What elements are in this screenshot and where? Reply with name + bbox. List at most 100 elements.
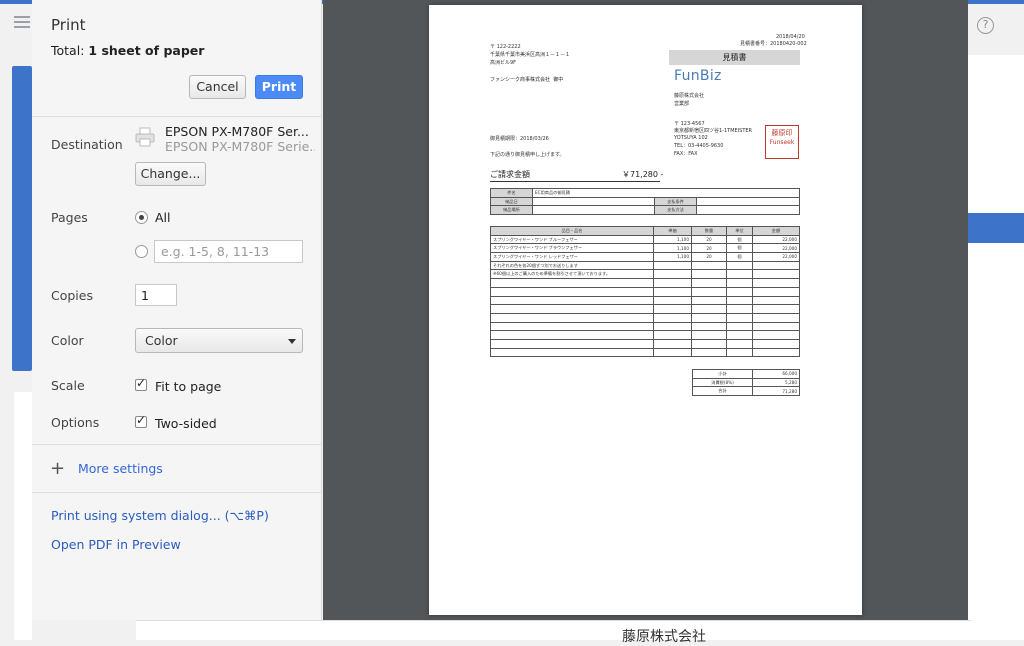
totals-label: 合計 <box>692 386 753 397</box>
color-select-value: Color <box>145 333 178 348</box>
totals-value: 5,280 <box>752 377 800 388</box>
company-seal-stamp: 藤原印 Funseek <box>765 125 799 159</box>
divider <box>32 444 322 445</box>
print-button[interactable]: Print <box>255 75 303 99</box>
item-amount-cell <box>752 321 800 332</box>
items-header-qty: 数量 <box>691 226 727 236</box>
item-name-cell <box>490 347 654 358</box>
item-qty-cell: 20 <box>691 234 727 245</box>
copies-label: Copies <box>51 288 93 303</box>
item-unit-cell: 個 <box>726 252 753 262</box>
item-name-cell: スプリングワイヤー・ワンド レッドフェザー <box>490 252 654 262</box>
doc-date: 2018/04/20 <box>776 34 805 40</box>
item-unit-cell <box>726 260 753 271</box>
sheet-total: Total: 1 sheet of paper <box>51 43 204 58</box>
system-dialog-link[interactable]: Print using system dialog... (⌥⌘P) <box>51 508 269 523</box>
item-unit-cell <box>726 278 753 288</box>
doc-issuer-company: 藤原株式会社 <box>674 93 705 99</box>
doc-company-name: ファンシーク商事株式会社 <box>490 77 551 83</box>
item-price-cell: 1,100 <box>653 252 692 262</box>
item-unit-cell <box>726 286 753 297</box>
more-settings-link[interactable]: More settings <box>78 461 163 476</box>
doc-intro: 下記の通り御見積申し上げます。 <box>490 152 565 158</box>
item-qty-cell <box>691 278 727 288</box>
item-amount-cell <box>752 330 800 340</box>
item-amount-cell: 22,000 <box>752 243 800 254</box>
menu-icon[interactable] <box>14 16 30 30</box>
doc-totals-table: 小計 66,000 消費税(8%) 5,280 合計 71,280 <box>692 369 800 397</box>
funbiz-logo: FunBiz <box>674 68 722 84</box>
doc-issuer-dept: 営業部 <box>674 101 690 107</box>
item-unit-cell: 個 <box>726 243 753 254</box>
item-amount-cell: 22,000 <box>752 252 800 262</box>
copies-input[interactable]: 1 <box>135 284 177 306</box>
doc-issuer-tel: TEL：03-4405-9630 <box>674 143 724 149</box>
items-header-row: 品目・品名 単価 数量 単位 金額 <box>490 226 800 236</box>
item-name-cell <box>490 286 654 297</box>
sheet-total-value: 1 sheet of paper <box>88 43 205 58</box>
table-row <box>490 321 800 332</box>
item-qty-cell: 20 <box>691 243 727 254</box>
item-amount-cell <box>752 269 800 280</box>
table-row: スプリングワイヤー・ワンド ブルーフェザー 1,100 20 個 22,000 <box>490 234 800 245</box>
info-delivery-date-label: 納品日 <box>490 196 533 207</box>
cancel-button[interactable]: Cancel <box>189 75 246 99</box>
change-destination-button[interactable]: Change... <box>135 162 206 186</box>
item-amount-cell <box>752 312 800 323</box>
item-price-cell: 1,100 <box>653 243 692 254</box>
table-row: ※60個以上のご購入のため準備を割引させて頂いております。 <box>490 269 800 280</box>
doc-honorific: 御中 <box>553 77 564 83</box>
doc-heading: 見積書 <box>669 50 800 65</box>
doc-amount-value: ￥71,280 - <box>622 170 664 179</box>
pages-all-radio[interactable] <box>135 211 148 224</box>
doc-amount-label: ご請求金額 <box>490 170 530 179</box>
two-sided-checkbox[interactable] <box>135 413 147 428</box>
item-qty-cell <box>691 347 727 358</box>
item-name-cell: ※60個以上のご購入のため準備を割引させて頂いております。 <box>490 269 654 280</box>
item-amount-cell <box>752 295 800 306</box>
doc-issuer-address: 東京都新宿区四ツ谷1-1TMEISTER <box>674 128 753 134</box>
fit-to-page-label: Fit to page <box>155 379 222 394</box>
item-unit-cell <box>726 347 753 358</box>
dropdown-caret-icon <box>288 339 296 344</box>
item-price-cell <box>653 269 692 280</box>
pages-custom-radio[interactable] <box>135 245 148 258</box>
open-pdf-preview-link[interactable]: Open PDF in Preview <box>51 537 181 552</box>
background-sidebar-highlight <box>12 66 32 371</box>
info-payment-terms-label: 支払条件 <box>654 196 697 207</box>
item-qty-cell <box>691 330 727 340</box>
color-select[interactable]: Color <box>135 328 303 353</box>
item-qty-cell: 20 <box>691 252 727 262</box>
item-price-cell <box>653 286 692 297</box>
info-delivery-place-value <box>532 205 655 216</box>
background-company-text: 藤原株式会社 <box>622 629 706 645</box>
table-row: それぞれの色を各20個ずつ別でお送りします <box>490 260 800 271</box>
items-header-amount: 金額 <box>752 226 800 236</box>
doc-building: 高洲ビル9F <box>490 60 517 66</box>
table-row <box>490 338 800 349</box>
info-delivery-date-value <box>532 196 655 207</box>
item-amount-cell <box>752 347 800 358</box>
item-name-cell <box>490 312 654 323</box>
item-amount-cell <box>752 260 800 271</box>
item-price-cell: 1,100 <box>653 234 692 245</box>
plus-icon[interactable]: + <box>50 458 65 479</box>
doc-valid-until: 御見積期限：2018/03/26 <box>490 136 549 142</box>
table-row <box>490 295 800 306</box>
item-unit-cell <box>726 338 753 349</box>
item-name-cell <box>490 278 654 288</box>
info-payment-method-value <box>696 205 800 216</box>
info-delivery-place-label: 納品場所 <box>490 205 533 216</box>
table-row: スプリングワイヤー・ワンド レッドフェザー 1,100 20 個 22,000 <box>490 252 800 262</box>
info-payment-method-label: 支払方法 <box>654 205 697 216</box>
item-unit-cell <box>726 304 753 314</box>
item-amount-cell <box>752 338 800 349</box>
table-row <box>490 347 800 358</box>
pages-range-input[interactable]: e.g. 1-5, 8, 11-13 <box>154 240 303 263</box>
table-row <box>490 286 800 297</box>
color-label: Color <box>51 333 84 348</box>
fit-to-page-checkbox[interactable] <box>135 376 147 391</box>
item-name-cell <box>490 304 654 314</box>
help-icon[interactable]: ? <box>977 17 994 34</box>
item-qty-cell <box>691 286 727 297</box>
